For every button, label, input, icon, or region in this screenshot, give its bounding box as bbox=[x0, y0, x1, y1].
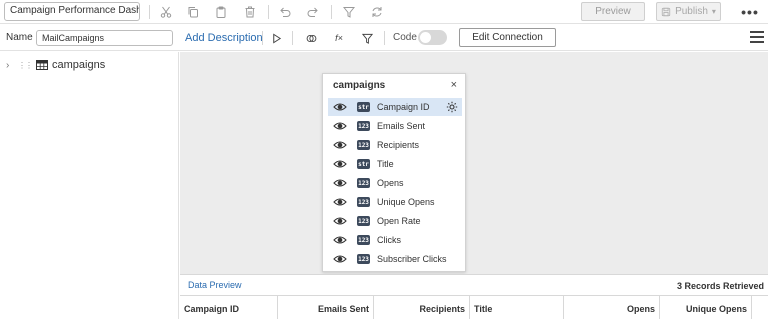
eye-icon[interactable] bbox=[333, 102, 347, 112]
refresh-icon[interactable] bbox=[370, 5, 384, 19]
name-field[interactable] bbox=[36, 30, 173, 46]
add-description-link[interactable]: Add Description bbox=[185, 32, 263, 44]
column-header[interactable]: Emails Sent bbox=[278, 296, 374, 319]
table-tree-panel: › ⋮⋮ campaigns bbox=[0, 52, 179, 319]
code-toggle[interactable] bbox=[418, 30, 447, 45]
field-name: Subscriber Clicks bbox=[377, 254, 447, 264]
toolbar-divider bbox=[384, 31, 385, 45]
field-name: Opens bbox=[377, 178, 404, 188]
eye-icon[interactable] bbox=[333, 121, 347, 131]
tree-item-campaigns[interactable]: › ⋮⋮ campaigns bbox=[6, 59, 105, 71]
more-options-button[interactable]: ••• bbox=[740, 4, 760, 20]
column-header[interactable]: Title bbox=[470, 296, 564, 319]
table-icon bbox=[36, 60, 48, 70]
field-row[interactable]: str Campaign ID bbox=[328, 98, 462, 116]
main-toolbar: Campaign Performance Dashboard Preview P… bbox=[0, 0, 768, 24]
field-row[interactable]: 123 Emails Sent bbox=[328, 117, 462, 135]
dashboard-title-input[interactable]: Campaign Performance Dashboard bbox=[4, 2, 140, 21]
field-name: Open Rate bbox=[377, 216, 421, 226]
run-icon[interactable] bbox=[269, 31, 283, 45]
type-badge: 123 bbox=[357, 121, 370, 131]
field-name: Emails Sent bbox=[377, 121, 426, 131]
records-count: 3 Records Retrieved bbox=[676, 281, 764, 291]
field-name: Clicks bbox=[377, 235, 401, 245]
publish-label: Publish bbox=[675, 6, 708, 17]
toolbar-divider bbox=[268, 5, 269, 19]
close-icon[interactable]: × bbox=[451, 79, 457, 91]
scissors-icon[interactable] bbox=[159, 5, 173, 19]
paste-icon[interactable] bbox=[214, 5, 228, 19]
type-badge: 123 bbox=[357, 140, 370, 150]
field-row[interactable]: str Title bbox=[328, 155, 462, 173]
toolbar-divider bbox=[331, 5, 332, 19]
type-badge: 123 bbox=[357, 216, 370, 226]
filter-icon[interactable] bbox=[342, 5, 356, 19]
tree-item-label: campaigns bbox=[52, 59, 106, 71]
filter-icon[interactable] bbox=[360, 31, 374, 45]
undo-icon[interactable] bbox=[278, 5, 292, 19]
field-row[interactable]: 123 Recipients bbox=[328, 136, 462, 154]
drag-handle-icon[interactable]: ⋮⋮ bbox=[18, 61, 33, 70]
join-icon[interactable] bbox=[304, 31, 318, 45]
field-row[interactable]: 123 Opens bbox=[328, 174, 462, 192]
edit-connection-button[interactable]: Edit Connection bbox=[459, 28, 556, 47]
query-toolbar: Name Add Description f× Code Edit Connec… bbox=[0, 25, 768, 51]
eye-icon[interactable] bbox=[333, 197, 347, 207]
chevron-right-icon[interactable]: › bbox=[6, 60, 14, 71]
type-badge: str bbox=[357, 102, 370, 112]
preview-button[interactable]: Preview bbox=[581, 2, 645, 21]
column-header[interactable]: Opens bbox=[564, 296, 660, 319]
field-row[interactable]: 123 Open Rate bbox=[328, 212, 462, 230]
name-label: Name bbox=[6, 32, 33, 43]
toolbar-divider bbox=[149, 5, 150, 19]
type-badge: 123 bbox=[357, 178, 370, 188]
data-preview-panel: Data Preview 3 Records Retrieved Campaig… bbox=[180, 274, 768, 319]
toolbar-divider bbox=[262, 31, 263, 45]
field-name: Title bbox=[377, 159, 394, 169]
eye-icon[interactable] bbox=[333, 159, 347, 169]
field-name: Unique Opens bbox=[377, 197, 435, 207]
hamburger-menu-icon[interactable] bbox=[750, 31, 764, 43]
field-row[interactable]: 123 Clicks bbox=[328, 231, 462, 249]
gear-icon[interactable] bbox=[446, 101, 458, 113]
data-preview-label: Data Preview bbox=[188, 280, 242, 290]
field-row[interactable]: 123 Unique Opens bbox=[328, 193, 462, 211]
column-header[interactable]: Recipients bbox=[374, 296, 470, 319]
formula-icon[interactable]: f× bbox=[332, 31, 346, 45]
save-icon bbox=[661, 7, 671, 16]
column-header[interactable]: Campaign ID bbox=[180, 296, 278, 319]
field-row[interactable]: 123 Subscriber Clicks bbox=[328, 250, 462, 268]
field-name: Recipients bbox=[377, 140, 420, 150]
table-card[interactable]: campaigns × str Campaign ID 123 Emails Sent… bbox=[322, 73, 466, 272]
type-badge: 123 bbox=[357, 254, 370, 264]
card-title: campaigns bbox=[333, 80, 386, 91]
toolbar-divider bbox=[292, 31, 293, 45]
chevron-down-icon: ▾ bbox=[711, 7, 716, 16]
preview-table-header: Campaign ID Emails Sent Recipients Title Ope… bbox=[180, 295, 768, 319]
eye-icon[interactable] bbox=[333, 216, 347, 226]
type-badge: str bbox=[357, 159, 370, 169]
type-badge: 123 bbox=[357, 235, 370, 245]
eye-icon[interactable] bbox=[333, 140, 347, 150]
eye-icon[interactable] bbox=[333, 235, 347, 245]
query-canvas[interactable] bbox=[180, 52, 768, 274]
eye-icon[interactable] bbox=[333, 254, 347, 264]
type-badge: 123 bbox=[357, 197, 370, 207]
delete-icon[interactable] bbox=[243, 5, 257, 19]
field-name: Campaign ID bbox=[377, 102, 430, 112]
column-header[interactable]: Unique Opens bbox=[660, 296, 752, 319]
copy-icon[interactable] bbox=[186, 5, 200, 19]
code-label: Code bbox=[393, 32, 417, 43]
publish-button[interactable]: Publish ▾ bbox=[656, 2, 721, 21]
redo-icon[interactable] bbox=[306, 5, 320, 19]
eye-icon[interactable] bbox=[333, 178, 347, 188]
toggle-knob bbox=[420, 32, 431, 43]
